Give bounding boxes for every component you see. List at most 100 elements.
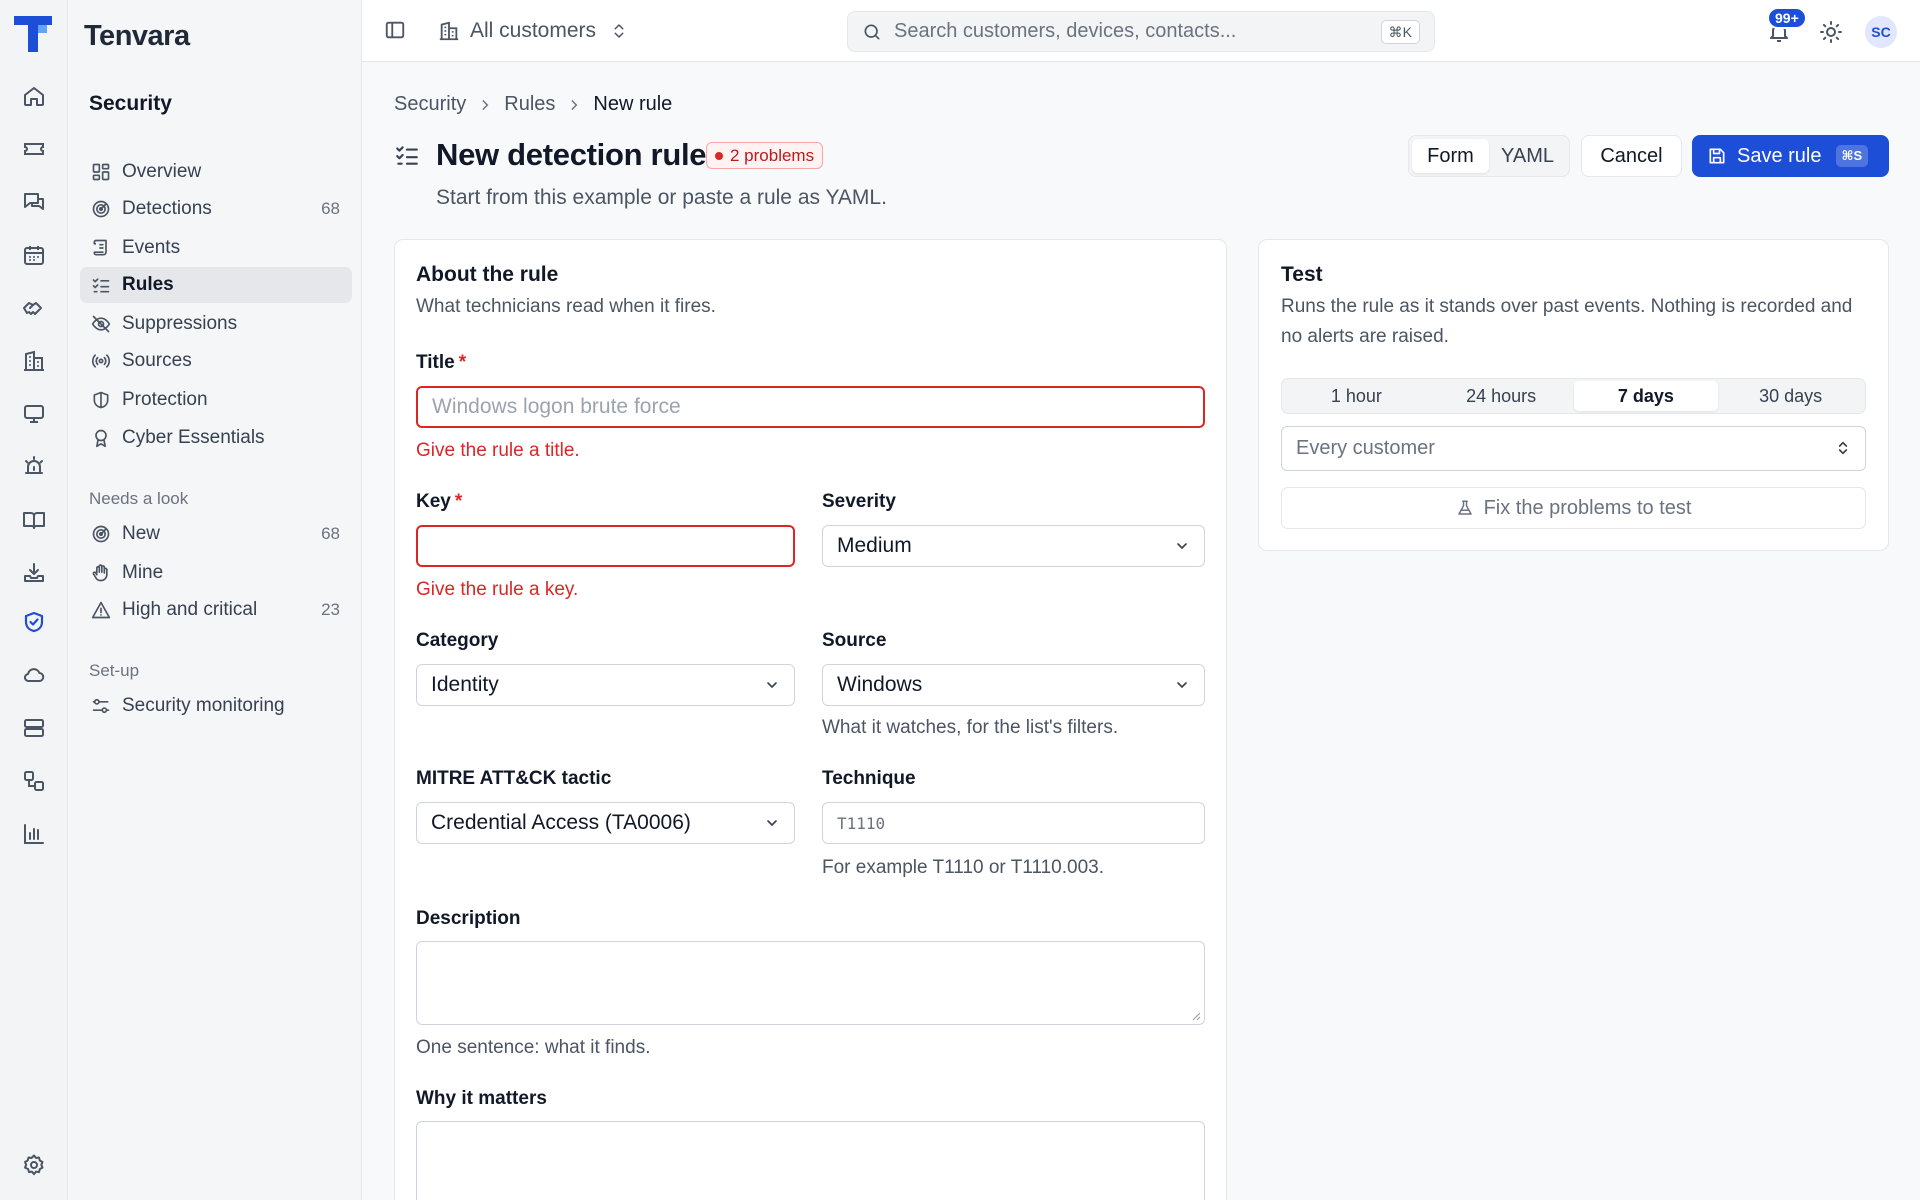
- alarm-icon[interactable]: [18, 451, 50, 483]
- sidebar-toggle-icon[interactable]: [384, 19, 408, 43]
- tenvara-logo-icon[interactable]: [14, 16, 52, 52]
- save-icon: [1707, 146, 1727, 166]
- run-test-label: Fix the problems to test: [1483, 496, 1692, 519]
- category-select[interactable]: Identity: [416, 664, 795, 706]
- list-checks-icon: [90, 274, 112, 296]
- key-input[interactable]: [416, 525, 795, 567]
- flask-icon: [1456, 499, 1474, 517]
- monitor-icon[interactable]: [18, 398, 50, 430]
- shield-check-icon[interactable]: [18, 606, 50, 638]
- chevrons-up-down-icon: [1835, 440, 1851, 456]
- global-search-input[interactable]: Search customers, devices, contacts... ⌘…: [847, 11, 1435, 52]
- title-input[interactable]: Windows logon brute force: [416, 386, 1205, 428]
- about-rule-subheading: What technicians read when it fires.: [416, 296, 716, 317]
- description-textarea[interactable]: [416, 941, 1205, 1025]
- theme-toggle-icon[interactable]: [1819, 20, 1843, 44]
- range-24-hours[interactable]: 24 hours: [1429, 381, 1574, 411]
- breadcrumb-security[interactable]: Security: [394, 93, 466, 116]
- severity-select[interactable]: Medium: [822, 525, 1205, 567]
- severity-value: Medium: [837, 534, 912, 557]
- settings-icon[interactable]: [18, 1149, 50, 1181]
- sidebar-item-high-and-critical[interactable]: High and critical 23: [80, 592, 352, 628]
- about-rule-card: About the rule What technicians read whe…: [394, 239, 1227, 1200]
- workflow-icon[interactable]: [18, 765, 50, 797]
- run-test-button[interactable]: Fix the problems to test: [1281, 487, 1866, 529]
- sidebar-item-cyber-essentials[interactable]: Cyber Essentials: [80, 420, 352, 456]
- shield-icon: [90, 389, 112, 411]
- sidebar-item-security-monitoring[interactable]: Security monitoring: [80, 688, 352, 724]
- sidebar-item-count: 68: [321, 199, 340, 218]
- book-icon[interactable]: [18, 504, 50, 536]
- tactic-label: MITRE ATT&CK tactic: [416, 768, 612, 789]
- home-icon[interactable]: [18, 80, 50, 112]
- sidebar-item-suppressions[interactable]: Suppressions: [80, 306, 352, 342]
- breadcrumb-rules[interactable]: Rules: [504, 93, 555, 116]
- section-sidebar: Tenvara Security Overview Detections 68 …: [68, 0, 362, 1200]
- test-customer-select[interactable]: Every customer: [1281, 426, 1866, 471]
- customer-scope-label: All customers: [470, 19, 597, 42]
- resize-grip-icon[interactable]: [1191, 1011, 1201, 1021]
- technique-input[interactable]: T1110: [822, 802, 1205, 844]
- cloud-icon[interactable]: [18, 659, 50, 691]
- chevron-down-icon: [764, 677, 780, 693]
- sidebar-group-needs-look: Needs a look: [89, 489, 189, 508]
- server-icon[interactable]: [18, 712, 50, 744]
- sidebar-item-label: Cyber Essentials: [122, 427, 265, 448]
- tactic-select[interactable]: Credential Access (TA0006): [416, 802, 795, 844]
- sidebar-item-count: 23: [321, 600, 340, 619]
- category-label: Category: [416, 630, 499, 651]
- cancel-button[interactable]: Cancel: [1581, 135, 1682, 177]
- view-form-tab[interactable]: Form: [1412, 139, 1489, 173]
- sidebar-item-protection[interactable]: Protection: [80, 382, 352, 418]
- layout-grid-icon: [90, 161, 112, 183]
- range-30-days[interactable]: 30 days: [1718, 381, 1863, 411]
- test-heading: Test: [1281, 263, 1323, 286]
- key-error: Give the rule a key.: [416, 579, 579, 600]
- hand-icon: [90, 562, 112, 584]
- sidebar-item-sources[interactable]: Sources: [80, 343, 352, 379]
- category-value: Identity: [431, 673, 499, 696]
- search-shortcut: ⌘K: [1380, 20, 1420, 44]
- sidebar-item-count: 68: [321, 524, 340, 543]
- sidebar-item-rules[interactable]: Rules: [80, 267, 352, 303]
- save-rule-button[interactable]: Save rule ⌘S: [1692, 135, 1889, 177]
- error-dot-icon: [715, 151, 723, 160]
- sidebar-item-label: Suppressions: [122, 313, 238, 334]
- customer-scope-selector[interactable]: All customers: [438, 16, 628, 46]
- eye-off-icon: [90, 313, 112, 335]
- why-textarea[interactable]: [416, 1121, 1205, 1200]
- top-bar: All customers Search customers, devices,…: [362, 0, 1920, 62]
- sidebar-item-overview[interactable]: Overview: [80, 154, 352, 190]
- save-rule-label: Save rule: [1737, 144, 1822, 167]
- download-tray-icon[interactable]: [18, 557, 50, 589]
- test-customer-placeholder: Every customer: [1296, 437, 1435, 459]
- sidebar-item-label: High and critical: [122, 599, 258, 620]
- source-select[interactable]: Windows: [822, 664, 1205, 706]
- sidebar-item-label: New: [122, 523, 161, 544]
- range-1-hour[interactable]: 1 hour: [1284, 381, 1429, 411]
- search-icon: [862, 22, 882, 42]
- handshake-icon[interactable]: [18, 292, 50, 324]
- chevron-right-icon: [478, 98, 492, 112]
- tactic-value: Credential Access (TA0006): [431, 811, 691, 834]
- sidebar-item-detections[interactable]: Detections 68: [80, 191, 352, 227]
- bar-chart-icon[interactable]: [18, 818, 50, 850]
- ticket-icon[interactable]: [18, 133, 50, 165]
- user-avatar[interactable]: SC: [1865, 16, 1897, 48]
- range-7-days[interactable]: 7 days: [1573, 381, 1719, 411]
- problems-badge[interactable]: 2 problems: [706, 142, 824, 169]
- chat-icon[interactable]: [18, 186, 50, 218]
- sidebar-item-mine[interactable]: Mine: [80, 555, 352, 591]
- calendar-icon[interactable]: [18, 239, 50, 271]
- problems-count: 2 problems: [730, 145, 815, 165]
- chevrons-up-down-icon: [610, 22, 628, 40]
- list-checks-icon: [394, 142, 420, 168]
- sidebar-item-label: Security monitoring: [122, 695, 285, 716]
- sidebar-item-new[interactable]: New 68: [80, 516, 352, 552]
- view-yaml-tab[interactable]: YAML: [1489, 139, 1566, 173]
- search-placeholder: Search customers, devices, contacts...: [894, 20, 1237, 42]
- building-icon[interactable]: [18, 345, 50, 377]
- chevron-right-icon: [567, 98, 581, 112]
- sidebar-item-events[interactable]: Events: [80, 230, 352, 266]
- description-label: Description: [416, 908, 521, 929]
